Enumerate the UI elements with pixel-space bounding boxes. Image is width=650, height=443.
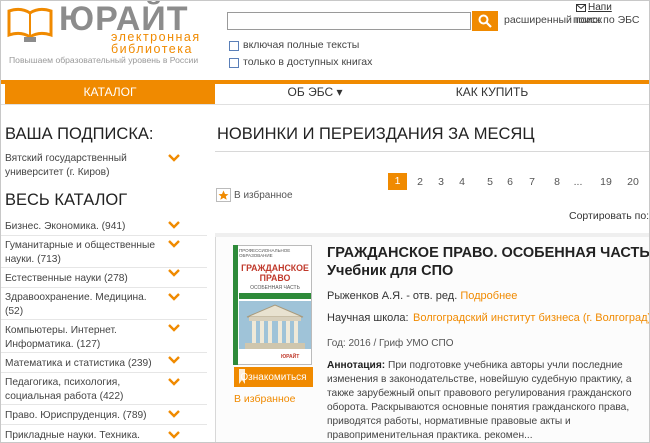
mail-icon <box>576 4 586 12</box>
chevron-down-icon[interactable] <box>168 221 180 229</box>
sidebar-divider <box>1 319 207 320</box>
book-cover-subtitle: ОСОБЕННАЯ ЧАСТЬ <box>250 285 300 291</box>
catalog-heading: ВЕСЬ КАТАЛОГ <box>5 191 128 209</box>
pagination-ellipsis: ... <box>573 176 583 188</box>
sidebar-item-math[interactable]: Математика и статистика (239) <box>5 357 160 371</box>
nav-tab-about[interactable]: ОБ ЭБС ▾ <box>265 85 365 101</box>
logo-tagline: Повышаем образовательный уровень в Росси… <box>9 55 199 65</box>
book-cover-band <box>239 293 311 299</box>
chevron-down-icon[interactable] <box>168 356 180 364</box>
sidebar-divider <box>1 424 207 425</box>
book-cover-title: ГРАЖДАНСКОЕ ПРАВО <box>241 263 309 283</box>
pagination-page[interactable]: 7 <box>523 174 541 190</box>
book-annotation: Аннотация: При подготовке учебника автор… <box>327 359 649 442</box>
pagination-page[interactable]: 6 <box>501 174 519 190</box>
book-add-to-favorites-link[interactable]: В избранное <box>234 393 295 405</box>
logo-book-icon <box>7 7 53 42</box>
nav-tab-how-to-buy[interactable]: КАК КУПИТЬ <box>437 85 547 101</box>
pagination-page[interactable]: 2 <box>411 174 429 190</box>
fulltext-checkbox-label[interactable]: включая полные тексты <box>243 39 359 51</box>
page: ЮРАЙТ электронная библиотека Повышаем об… <box>0 0 650 443</box>
title-divider <box>215 151 649 152</box>
sidebar-divider <box>1 372 207 373</box>
add-to-favorites-link[interactable]: В избранное <box>234 190 293 201</box>
subscription-heading: ВАША ПОДПИСКА: <box>5 125 154 143</box>
pagination-page[interactable]: 3 <box>432 174 450 190</box>
book-cover-stripe <box>233 245 238 365</box>
chevron-down-icon[interactable] <box>168 269 180 277</box>
chevron-down-icon[interactable] <box>168 410 180 418</box>
page-title: НОВИНКИ И ПЕРЕИЗДАНИЯ ЗА МЕСЯЦ <box>217 125 535 143</box>
court-building-icon <box>239 301 311 349</box>
sidebar-item-business[interactable]: Бизнес. Экономика. (941) <box>5 220 160 234</box>
pagination-page[interactable]: 5 <box>481 174 499 190</box>
chevron-down-icon[interactable] <box>168 154 180 162</box>
book-card-top-bar <box>215 233 649 237</box>
school-label: Научная школа: <box>327 312 409 324</box>
search-ebs-link[interactable]: поиск по ЭБС <box>573 14 640 26</box>
search-icon <box>478 14 492 28</box>
author-more-link[interactable]: Подробнее <box>460 290 517 302</box>
chevron-down-icon[interactable] <box>168 324 180 332</box>
pagination-page[interactable]: 19 <box>595 174 617 190</box>
nav-tab-catalog[interactable]: КАТАЛОГ <box>5 80 215 104</box>
logo-subtitle: электронная библиотека <box>111 31 201 56</box>
sidebar-item-pedagogy[interactable]: Педагогика, психология, социальная работ… <box>5 376 160 403</box>
nav-divider <box>1 104 649 105</box>
sidebar-divider <box>1 287 207 288</box>
book-year: Год: 2016 / Гриф УМО СПО <box>327 338 454 349</box>
sidebar-item-applied-sciences[interactable]: Прикладные науки. Техника. <box>5 429 160 442</box>
available-checkbox[interactable] <box>229 58 239 68</box>
book-cover-publisher: ЮРАЙТ <box>281 354 300 360</box>
pagination-page[interactable]: 4 <box>453 174 471 190</box>
annotation-text: При подготовке учебника авторы учли посл… <box>327 360 632 441</box>
book-title[interactable]: ГРАЖДАНСКОЕ ПРАВО. ОСОБЕННАЯ ЧАСТЬ В 2 Т <box>327 244 649 262</box>
sidebar-item-humanities[interactable]: Гуманитарные и общественные науки. (713) <box>5 239 160 266</box>
ribbon-icon <box>239 369 245 384</box>
sidebar-divider <box>1 352 207 353</box>
sidebar-divider <box>1 235 207 236</box>
available-checkbox-label[interactable]: только в доступных книгах <box>243 56 372 68</box>
pagination-page[interactable]: 20 <box>622 174 644 190</box>
search-button[interactable] <box>472 11 498 31</box>
sidebar-item-medicine[interactable]: Здравоохранение. Медицина. (52) <box>5 291 160 318</box>
annotation-label: Аннотация: <box>327 360 386 371</box>
chevron-down-icon[interactable] <box>168 240 180 248</box>
chevron-down-icon[interactable] <box>168 293 180 301</box>
sidebar-item-law[interactable]: Право. Юриспруденция. (789) <box>5 409 160 423</box>
pagination-page-active[interactable]: 1 <box>388 173 407 190</box>
book-author: Рыженков А.Я. - отв. ред. Подробнее <box>327 290 517 302</box>
subscription-item[interactable]: Вятский государственный университет (г. … <box>5 152 160 179</box>
sidebar-item-natural-sciences[interactable]: Естественные науки (278) <box>5 272 160 286</box>
chevron-down-icon[interactable] <box>168 431 180 439</box>
fulltext-checkbox[interactable] <box>229 41 239 51</box>
book-title-subtitle[interactable]: Учебник для СПО <box>327 262 453 280</box>
write-us-link[interactable]: Напи <box>588 2 612 13</box>
logo-subtitle-line2: библиотека <box>111 42 193 56</box>
star-icon[interactable] <box>216 188 231 202</box>
sort-label[interactable]: Сортировать по: <box>569 210 649 222</box>
book-author-name: Рыженков А.Я. - отв. ред. <box>327 290 458 302</box>
sidebar-item-computers[interactable]: Компьютеры. Интернет. Информатика. (127) <box>5 324 160 351</box>
pagination-page[interactable]: 8 <box>548 174 566 190</box>
search-input[interactable] <box>227 12 471 30</box>
sidebar-divider <box>1 404 207 405</box>
school-link[interactable]: Волгоградский институт бизнеса (г. Волго… <box>413 312 649 324</box>
sidebar-divider <box>1 267 207 268</box>
book-cover-series: ПРОФЕССИОНАЛЬНОЕ ОБРАЗОВАНИЕ <box>239 248 291 258</box>
chevron-down-icon[interactable] <box>168 378 180 386</box>
